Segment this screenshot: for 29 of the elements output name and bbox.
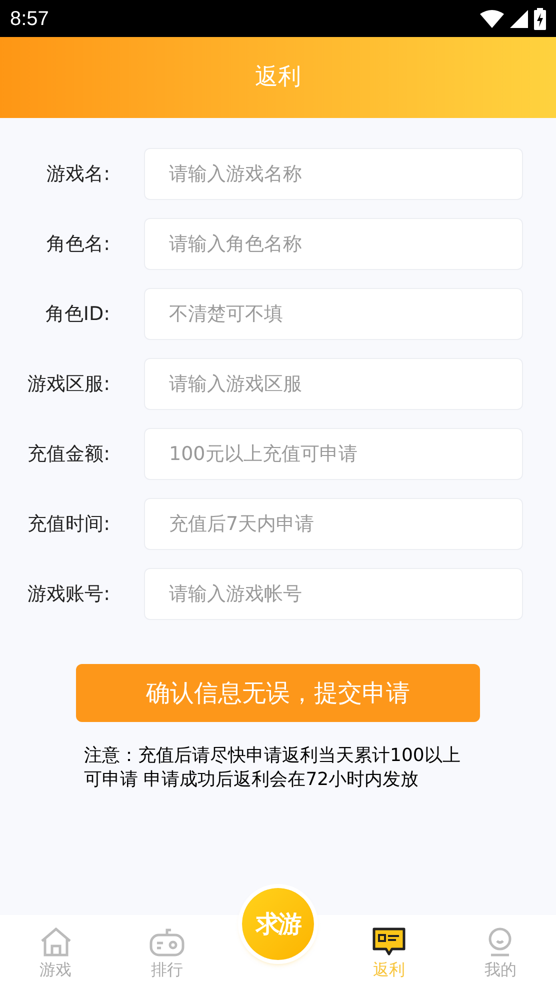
field-label: 充值时间: [26,512,111,537]
nav-tab[interactable]: 游戏 [0,927,112,982]
home-icon [38,927,73,957]
wifi-icon [480,10,504,28]
field-label: 角色名: [46,232,111,257]
note-text: 注意：充值后请尽快申请返利当天累计100以上可申请 申请成功后返利会在72小时内发放 [84,744,462,792]
message-card-icon [371,927,408,957]
submit-button[interactable]: 确认信息无误，提交申请 [76,664,480,722]
nav-tab[interactable]: 排行 [111,927,222,982]
page-title: 返利 [255,63,301,92]
input-field[interactable]: 100元以上充值可申请 [144,428,523,480]
field-label: 游戏区服: [26,372,111,397]
input-field[interactable]: 充值后7天内申请 [144,498,523,550]
field-label: 充值金额: [26,442,111,467]
logo-button[interactable]: 求游 [242,888,314,960]
input-field[interactable]: 请输入游戏区服 [144,358,523,410]
input-field[interactable]: 请输入游戏名称 [144,148,523,200]
input-field[interactable]: 不清楚可不填 [144,288,523,340]
field-label: 角色ID: [44,302,111,327]
battery-icon [534,8,546,30]
signal-icon [510,10,528,28]
input-field[interactable]: 请输入角色名称 [144,218,523,270]
field-label: 游戏账号: [26,582,111,607]
gamepad-icon [148,927,185,957]
status-time: 8:57 [10,6,49,32]
field-label: 游戏名: [46,162,111,187]
nav-tab[interactable]: 我的 [444,927,556,982]
nav-tab[interactable]: 返利 [334,927,445,982]
input-field[interactable]: 请输入游戏帐号 [144,568,523,620]
